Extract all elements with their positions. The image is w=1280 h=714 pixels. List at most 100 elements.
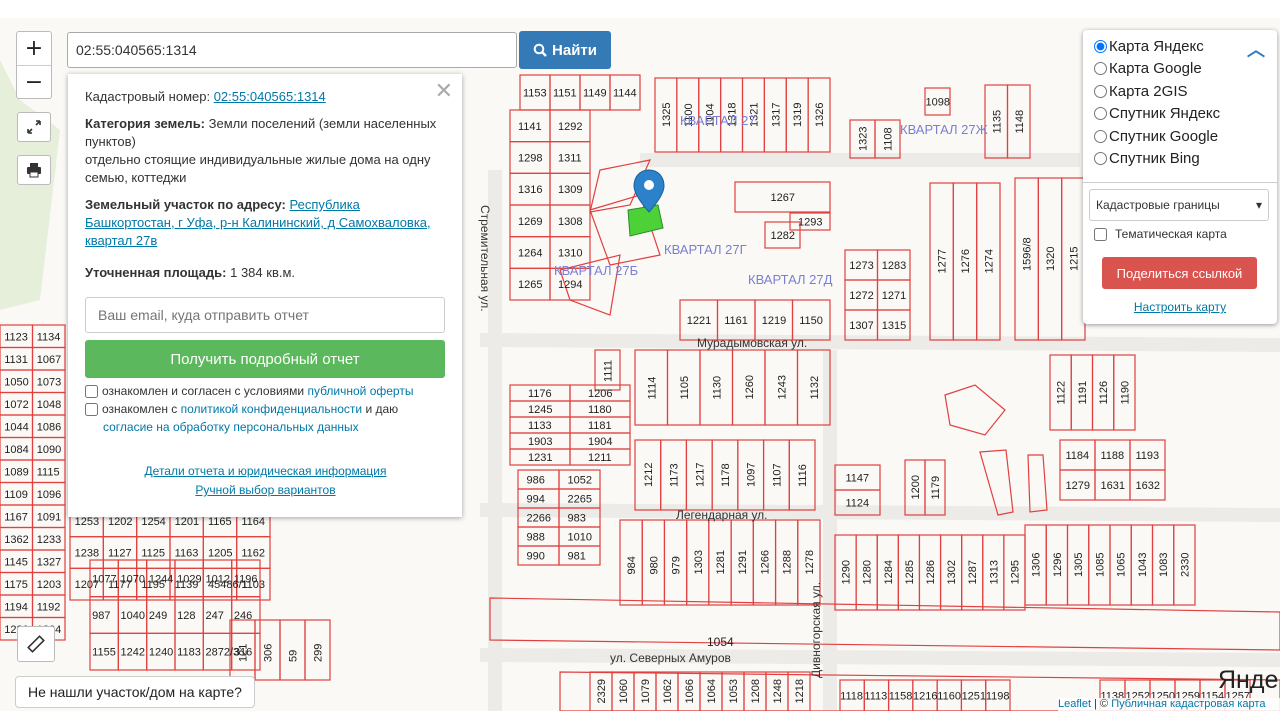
thematic-label: Тематическая карта [1115,227,1227,241]
plot-label: 988 [527,532,545,544]
plot-label: 1194 [4,601,28,613]
plot-label: 990 [527,551,545,563]
share-link-button[interactable]: Поделиться ссылкой [1102,257,1257,289]
area-row: Уточненная площадь: 1 384 кв.м. [85,264,446,282]
basemap-radio[interactable] [1094,107,1107,121]
plot-label: 1269 [518,216,542,228]
consent-row: согласие на обработку персональных данны… [85,418,446,436]
cadastral-map-link[interactable]: Публичная кадастровая карта [1111,698,1265,710]
cadastral-search-input[interactable] [67,32,517,68]
ruler-button[interactable] [17,626,55,662]
plot-label: 299 [313,644,325,662]
plot-label: 306 [263,644,275,662]
plot-label: 59 [288,650,300,662]
plot-label: 1113 [864,691,887,703]
plot-label: 1264 [518,248,542,260]
plot-label: 1313 [988,560,1000,584]
plot-label: 1904 [588,436,612,448]
street-label: Стремительная ул. [478,205,492,312]
plot-label: 121 [238,644,250,662]
plot-label: 1181 [588,420,612,432]
land-usage-value: отдельно стоящие индивидуальные жилые до… [85,152,431,185]
plot-label: 1116 [797,464,809,487]
plot-label: 1098 [926,97,950,109]
consent-link[interactable]: согласие на обработку персональных данны… [103,420,359,434]
offer-checkbox[interactable] [85,385,98,398]
plot-label: 1632 [1136,480,1160,492]
street-label: Дивногорская ул. [809,582,823,678]
plot-label: 1238 [75,548,99,560]
plot-label: 1134 [37,331,61,343]
thematic-map-toggle[interactable]: Тематическая карта [1094,227,1227,241]
zoom-in-button[interactable]: + [17,32,51,65]
plot-label: 1173 [669,463,681,487]
basemap-option[interactable]: Спутник Google [1083,125,1277,148]
parcel-info-popup: ✕ Кадастровый номер: 02:55:040565:1314 К… [68,74,462,517]
plot-label: 1155 [92,647,116,659]
plot-label: 994 [527,494,545,506]
plot-label: 1160 [937,691,961,703]
plot-label: 1085 [1094,553,1106,577]
manual-selection-link[interactable]: Ручной выбор вариантов [195,483,335,497]
plot-label: 1216 [913,691,937,703]
plot-label: 1310 [558,248,582,260]
plot-label: 986 [527,475,545,487]
plot-label: 1278 [804,550,816,574]
plot-label: 980 [648,556,660,574]
configure-map-link[interactable]: Настроить карту [1083,300,1277,314]
search-button[interactable]: Найти [519,31,611,69]
plot-label: 128 [177,610,195,622]
plot-label: 249 [149,610,167,622]
zoom-out-button[interactable]: − [17,65,51,99]
report-details-link[interactable]: Детали отчета и юридическая информация [145,464,387,478]
plot-label: 1175 [4,579,28,591]
plot-label: 1317 [770,103,782,127]
overlay-select[interactable]: Кадастровые границы ▾ [1089,189,1269,221]
privacy-text: ознакомлен с политикой конфиденциальност… [102,400,398,418]
offer-link[interactable]: публичной оферты [307,384,413,398]
plot-label: 1114 [646,377,658,400]
chevron-up-icon[interactable]: ︿ [1247,36,1265,62]
basemap-radio[interactable] [1094,129,1107,143]
plot-label: 1083 [1158,553,1170,577]
plot-label: 1073 [37,376,61,388]
cadastral-number-link[interactable]: 02:55:040565:1314 [214,89,326,104]
plot-label: 987 [92,610,110,622]
plot-label: 1184 [1066,450,1090,462]
fullscreen-button[interactable] [17,112,51,142]
email-input[interactable] [85,297,445,333]
close-icon[interactable]: ✕ [435,78,453,104]
plot-label: 1164 [241,516,265,528]
plot-label: 1178 [720,463,732,487]
privacy-link[interactable]: политикой конфиденциальности [181,402,362,416]
get-report-button[interactable]: Получить подробный отчет [85,340,445,378]
plot-label: 1148 [1014,110,1026,134]
land-category-row: Категория земель: Земли поселений (земли… [85,115,446,187]
basemap-option[interactable]: Карта 2GIS [1083,80,1277,103]
basemap-option[interactable]: Спутник Яндекс [1083,103,1277,126]
plot-label: 1294 [558,279,582,291]
print-button[interactable] [17,155,51,185]
plot-label: 1167 [4,511,28,523]
basemap-radio[interactable] [1094,84,1107,98]
plot-label: 1107 [771,463,783,487]
privacy-checkbox[interactable] [85,403,98,416]
plot-label: 979 [671,556,683,574]
plot-label: 1219 [762,315,786,327]
basemap-radio[interactable] [1094,62,1107,76]
plot-label: 1151 [553,88,577,100]
leaflet-link[interactable]: Leaflet [1058,698,1091,710]
plot-label: 1130 [711,376,723,400]
plot-label: 1244 [149,573,173,585]
not-found-button[interactable]: Не нашли участок/дом на карте? [15,676,255,708]
basemap-option[interactable]: Спутник Bing [1083,148,1277,171]
plot-label: 1188 [1101,450,1125,462]
plot-label: 1066 [684,679,696,703]
plot-label: 1326 [814,103,826,127]
plot-label: 1115 [37,466,60,478]
basemap-radio[interactable] [1094,152,1107,166]
thematic-checkbox[interactable] [1094,227,1107,241]
plot-label: 1108 [883,127,895,151]
plot-label: 1176 [528,388,552,400]
basemap-radio[interactable] [1094,39,1107,53]
